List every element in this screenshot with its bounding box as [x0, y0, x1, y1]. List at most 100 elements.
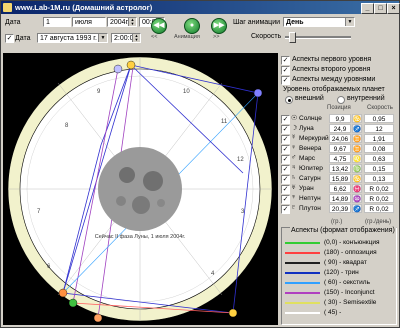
aspect-format-item[interactable]: ( 60) - секстиль: [282, 278, 394, 288]
close-button[interactable]: ×: [387, 3, 400, 14]
chart-caption: Сейчас II фаза Луны, 1 июля 2004г.: [95, 233, 186, 240]
planet-name: Юпитер: [299, 165, 323, 172]
planet-speed: R 0,02: [364, 204, 394, 213]
planet-position: 9,67: [329, 144, 351, 153]
planet-glyph-icon: ♆: [291, 194, 297, 201]
planet-checkbox[interactable]: ✓: [281, 115, 290, 124]
planet-checkbox[interactable]: ✓: [281, 195, 290, 204]
planet-position: 13,42: [329, 164, 351, 173]
aspect-format-item[interactable]: (180) - оппозиция: [282, 248, 394, 258]
aspect-format-label: (150) - Inconjunct: [324, 289, 375, 296]
date1-year-input[interactable]: 2004г. ▲ ▼: [107, 17, 137, 27]
planet-checkbox[interactable]: ✓: [281, 125, 290, 134]
date2-checkbox[interactable]: ✓: [5, 34, 14, 43]
planet-row[interactable]: ✓ ♄ Сатурн 15,89 ♋ 0,13: [281, 174, 397, 184]
planet-name: Нептун: [299, 195, 321, 202]
natal-chart: 8 7 6 4 3 9 10 11 12 Сейчас II фаза Луны…: [3, 53, 278, 325]
planet-row[interactable]: ✓ ☉ Солнце 9,9 ♋ 0,95: [281, 114, 397, 124]
date2-time-input[interactable]: 2:00:00 ▲ ▼: [111, 33, 141, 43]
title-bar: www.Lab-1M.ru (Домашний астролог) _ □ ×: [1, 1, 400, 14]
aspect-level-label: Аспекты между уровнями: [292, 76, 376, 83]
planet-name: Марс: [299, 155, 315, 162]
planet-glyph-icon: ♇: [291, 204, 297, 211]
planet-glyph-icon: ♂: [291, 154, 297, 161]
planet-name: Уран: [299, 185, 314, 192]
aspect-line-swatch: [285, 252, 320, 254]
planet-row[interactable]: ✓ ♀ Венера 9,67 ♊ 0,08: [281, 144, 397, 154]
planet-checkbox[interactable]: ✓: [281, 175, 290, 184]
planet-row[interactable]: ✓ ♂ Марс 4,75 ♌ 0,63: [281, 154, 397, 164]
aspect-format-item[interactable]: (0,0) - конъюнкция: [282, 238, 394, 248]
chart-svg: 8 7 6 4 3 9 10 11 12 Сейчас II фаза Луны…: [7, 56, 273, 323]
planet-glyph-icon: ♃: [291, 164, 297, 171]
planet-row[interactable]: ✓ ♃ Юпитер 13,42 ♍ 0,15: [281, 164, 397, 174]
planet-checkbox[interactable]: ✓: [281, 145, 290, 154]
aspect-format-item[interactable]: ( 90) - квадрат: [282, 258, 394, 268]
planet-checkbox[interactable]: ✓: [281, 165, 290, 174]
anim-forward-button[interactable]: ▶▶: [211, 18, 227, 34]
step-select[interactable]: День ▼: [283, 17, 355, 27]
planet-checkbox[interactable]: ✓: [281, 185, 290, 194]
zodiac-sign-icon: ♊: [352, 144, 362, 153]
aspect-format-label: (180) - оппозиция: [324, 249, 377, 256]
date1-label: Дата: [5, 19, 21, 26]
level-inner-label: внутренний: [347, 95, 385, 102]
col-speed-header: Скорость: [367, 105, 393, 111]
house-number: 12: [237, 157, 244, 163]
planet-position: 14,89: [329, 194, 351, 203]
speed-slider-thumb[interactable]: [289, 32, 296, 43]
house-number: 11: [221, 119, 228, 125]
planet-row[interactable]: ✓ ♇ Плутон 20,39 ♐ R 0,02: [281, 204, 397, 214]
planet-checkbox[interactable]: ✓: [281, 135, 290, 144]
level-outer-radio[interactable]: [285, 96, 293, 104]
anim-back-button[interactable]: ◀◀: [151, 18, 167, 34]
planet-glyph-icon: ♀: [291, 144, 297, 151]
minimize-button[interactable]: _: [361, 3, 374, 14]
planet-row[interactable]: ✓ ☿ Меркурий 24,06 ♊ 1,91: [281, 134, 397, 144]
planet-speed: 0,63: [364, 154, 394, 163]
anim-back-label: <<: [151, 34, 158, 40]
aspect-level-2-checkbox[interactable]: ✓: [281, 66, 290, 75]
col-position-header: Позиция: [327, 105, 351, 111]
anim-play-button[interactable]: ●: [184, 18, 200, 34]
aspect-level-label: Аспекты второго уровня: [292, 66, 371, 73]
chevron-down-icon[interactable]: ▼: [98, 34, 107, 42]
spin-icon[interactable]: ▲▼: [132, 34, 140, 42]
date2-label: Дата: [15, 35, 31, 42]
planet-position: 6,62: [329, 184, 351, 193]
aspect-format-item[interactable]: (150) - Inconjunct: [282, 288, 394, 298]
planet-row[interactable]: ✓ ☽ Луна 24,9 ♐ 12: [281, 124, 397, 134]
aspect-level-1-checkbox[interactable]: ✓: [281, 56, 290, 65]
spin-icon[interactable]: ▲▼: [128, 18, 136, 26]
chevron-down-icon[interactable]: ▼: [345, 18, 354, 26]
planet-glyph-icon: ☿: [291, 134, 297, 141]
date1-month-input[interactable]: июля: [72, 17, 106, 27]
aspect-format-item[interactable]: (120) - трин: [282, 268, 394, 278]
anim-play-label: Анимация: [174, 34, 200, 40]
planet-checkbox[interactable]: ✓: [281, 205, 290, 214]
maximize-button[interactable]: □: [374, 3, 387, 14]
aspect-level-between-checkbox[interactable]: ✓: [281, 76, 290, 85]
level-display-title: Уровень отображаемых планет: [283, 86, 385, 93]
planet-row[interactable]: ✓ ♆ Нептун 14,89 ♒ R 0,02: [281, 194, 397, 204]
zodiac-sign-icon: ♓: [352, 184, 362, 193]
date2-input[interactable]: 17 августа 1993 г. ▼: [37, 33, 108, 43]
planet-position: 9,9: [329, 114, 351, 123]
planet-row[interactable]: ✓ ♅ Уран 6,62 ♓ R 0,02: [281, 184, 397, 194]
zodiac-sign-icon: ♐: [352, 204, 362, 213]
aspect-format-item[interactable]: ( 30) - Semisextile: [282, 298, 394, 308]
aspect-format-item[interactable]: ( 45) -: [282, 308, 394, 318]
planet-checkbox[interactable]: ✓: [281, 155, 290, 164]
planet-speed: R 0,02: [364, 194, 394, 203]
aspect-format-label: ( 45) -: [324, 309, 342, 316]
aspect-line-swatch: [285, 242, 320, 244]
level-inner-radio[interactable]: [337, 96, 345, 104]
aspects-format-title: Аспекты (формат отображения): [290, 227, 396, 234]
app-icon: [3, 3, 12, 12]
planet-position: 15,89: [329, 174, 351, 183]
col-speed-foot: (гр./день): [365, 219, 392, 225]
date1-day-input[interactable]: 1: [43, 17, 71, 27]
aspect-line-swatch: [285, 262, 320, 264]
planet-name: Сатурн: [299, 175, 321, 182]
aspect-level-label: Аспекты первого уровня: [292, 56, 372, 63]
